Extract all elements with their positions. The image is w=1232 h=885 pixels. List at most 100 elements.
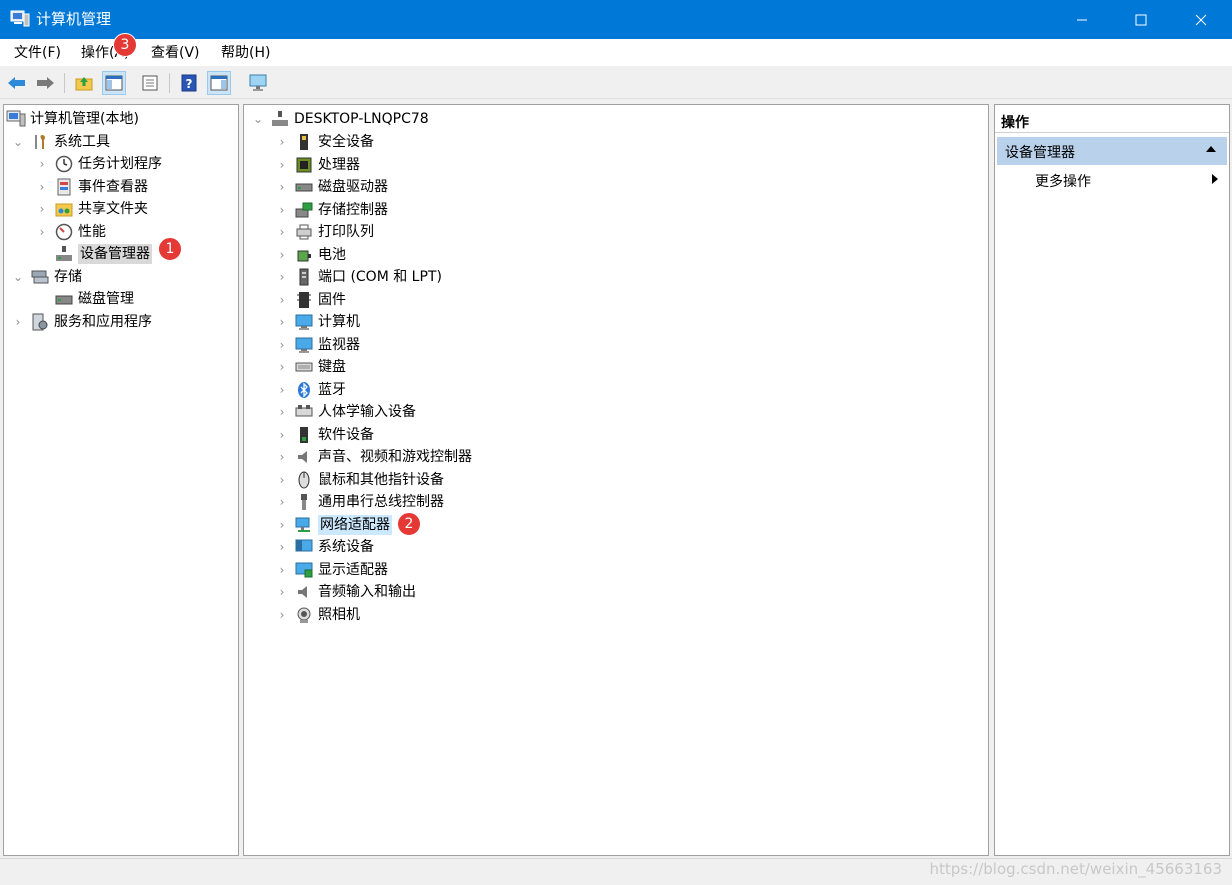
storage-controller-icon: [294, 200, 314, 220]
tree-item-shared-folders[interactable]: › 共享文件夹: [36, 198, 148, 220]
console-tree-pane: 计算机管理(本地) ⌄ 系统工具 › 任务计划程序 › 事件查看器 › 共享文件…: [3, 104, 239, 856]
menu-view[interactable]: 查看(V): [151, 44, 200, 62]
print-queue-icon: [294, 222, 314, 242]
show-hide-console-tree-icon: [105, 75, 123, 91]
firmware-icon: [294, 290, 314, 310]
more-actions-item[interactable]: 更多操作: [1035, 171, 1091, 191]
device-category-label: 打印队列: [318, 224, 374, 240]
chevron-right-icon[interactable]: ›: [276, 270, 288, 284]
device-category-label: 电池: [318, 246, 346, 263]
device-category-row[interactable]: › 软件设备: [276, 424, 374, 446]
device-category-row[interactable]: › 通用串行总线控制器: [276, 491, 444, 513]
chevron-right-icon[interactable]: ›: [276, 360, 288, 374]
chevron-right-icon[interactable]: ›: [276, 158, 288, 172]
annotation-badge-2: 2: [397, 512, 421, 536]
chevron-right-icon[interactable]: ›: [276, 293, 288, 307]
tree-item-event-viewer[interactable]: › 事件查看器: [36, 176, 148, 198]
chevron-right-icon[interactable]: ›: [276, 473, 288, 487]
tree-item-performance[interactable]: › 性能: [36, 221, 106, 243]
tree-item-task-scheduler[interactable]: › 任务计划程序: [36, 153, 162, 175]
chevron-right-icon[interactable]: ›: [36, 202, 48, 216]
chevron-right-icon[interactable]: ›: [276, 383, 288, 397]
chevron-right-icon[interactable]: ›: [276, 518, 288, 532]
tree-item-system-tools[interactable]: ⌄ 系统工具: [12, 131, 110, 153]
device-category-label: 网络适配器: [318, 514, 392, 535]
device-category-row[interactable]: › 人体学输入设备: [276, 401, 416, 423]
device-category-label: 软件设备: [318, 426, 374, 443]
chevron-right-icon[interactable]: ›: [36, 180, 48, 194]
chevron-right-icon[interactable]: ›: [276, 585, 288, 599]
chevron-right-icon[interactable]: ›: [276, 608, 288, 622]
up-level-button[interactable]: [72, 71, 96, 95]
device-category-row[interactable]: › 声音、视频和游戏控制器: [276, 446, 472, 468]
actions-header: 操作: [995, 109, 1229, 133]
device-category-row[interactable]: › 键盘: [276, 356, 346, 378]
annotation-badge-3: 3: [113, 33, 137, 57]
device-category-row[interactable]: › 处理器: [276, 154, 360, 176]
submenu-arrow-icon: [1212, 174, 1218, 184]
chevron-down-icon[interactable]: ⌄: [12, 270, 24, 284]
back-button[interactable]: [5, 71, 29, 95]
disk-management-icon: [54, 289, 74, 309]
device-category-row[interactable]: › 计算机: [276, 311, 360, 333]
chevron-right-icon[interactable]: ›: [276, 315, 288, 329]
device-category-label: 安全设备: [318, 134, 374, 150]
chevron-right-icon[interactable]: ›: [276, 540, 288, 554]
tree-root[interactable]: 计算机管理(本地): [6, 108, 139, 130]
hid-icon: [294, 402, 314, 422]
device-category-row[interactable]: › 监视器: [276, 334, 360, 356]
maximize-button[interactable]: [1118, 0, 1164, 39]
chevron-right-icon[interactable]: ›: [276, 563, 288, 577]
chevron-right-icon[interactable]: ›: [276, 225, 288, 239]
device-category-row[interactable]: › 电池: [276, 244, 346, 266]
device-category-label: 处理器: [318, 156, 360, 173]
tree-item-services-apps[interactable]: › 服务和应用程序: [12, 311, 152, 333]
properties-button[interactable]: [138, 71, 162, 95]
chevron-right-icon[interactable]: ›: [36, 225, 48, 239]
device-category-row[interactable]: › 端口 (COM 和 LPT): [276, 266, 442, 288]
show-hide-action-pane-button[interactable]: [207, 71, 231, 95]
chevron-right-icon[interactable]: ›: [276, 428, 288, 442]
menu-file[interactable]: 文件(F): [14, 44, 61, 62]
device-tree-root[interactable]: ⌄ DESKTOP-LNQPC78: [252, 108, 429, 130]
chevron-right-icon[interactable]: ›: [276, 495, 288, 509]
forward-button[interactable]: [33, 71, 57, 95]
device-category-row[interactable]: › 安全设备: [276, 131, 374, 153]
window-title: 计算机管理: [36, 10, 112, 28]
device-category-row[interactable]: › 显示适配器: [276, 559, 388, 581]
chevron-right-icon[interactable]: ›: [276, 248, 288, 262]
menu-help[interactable]: 帮助(H): [221, 44, 270, 62]
chevron-right-icon[interactable]: ›: [276, 338, 288, 352]
device-category-row[interactable]: › 打印队列: [276, 221, 374, 243]
tree-item-device-manager[interactable]: 设备管理器: [48, 243, 152, 265]
device-category-row[interactable]: › 音频输入和输出: [276, 581, 416, 603]
computer-button[interactable]: [246, 71, 270, 95]
chevron-right-icon[interactable]: ›: [276, 135, 288, 149]
device-category-label: 监视器: [318, 336, 360, 353]
chevron-down-icon[interactable]: ⌄: [252, 112, 264, 126]
chevron-right-icon[interactable]: ›: [276, 203, 288, 217]
chevron-down-icon[interactable]: ⌄: [12, 135, 24, 149]
chevron-right-icon[interactable]: ›: [12, 315, 24, 329]
actions-section-device-manager[interactable]: 设备管理器: [997, 137, 1227, 165]
device-category-row[interactable]: › 系统设备: [276, 536, 374, 558]
tree-item-disk-management[interactable]: 磁盘管理: [48, 288, 134, 310]
audio-io-icon: [294, 582, 314, 602]
device-category-row[interactable]: › 鼠标和其他指针设备: [276, 469, 444, 491]
tree-item-storage[interactable]: ⌄ 存储: [12, 266, 82, 288]
device-category-row[interactable]: › 照相机: [276, 604, 360, 626]
show-hide-tree-button[interactable]: [102, 71, 126, 95]
minimize-button[interactable]: [1059, 0, 1105, 39]
help-button[interactable]: ?: [177, 71, 201, 95]
device-category-row[interactable]: › 蓝牙: [276, 379, 346, 401]
device-category-label: 键盘: [318, 359, 346, 375]
device-category-row[interactable]: › 磁盘驱动器: [276, 176, 388, 198]
device-category-row[interactable]: › 网络适配器: [276, 514, 392, 536]
device-category-row[interactable]: › 存储控制器: [276, 199, 388, 221]
chevron-right-icon[interactable]: ›: [276, 450, 288, 464]
chevron-right-icon[interactable]: ›: [36, 157, 48, 171]
close-button[interactable]: [1178, 0, 1224, 39]
device-category-row[interactable]: › 固件: [276, 289, 346, 311]
chevron-right-icon[interactable]: ›: [276, 180, 288, 194]
chevron-right-icon[interactable]: ›: [276, 405, 288, 419]
